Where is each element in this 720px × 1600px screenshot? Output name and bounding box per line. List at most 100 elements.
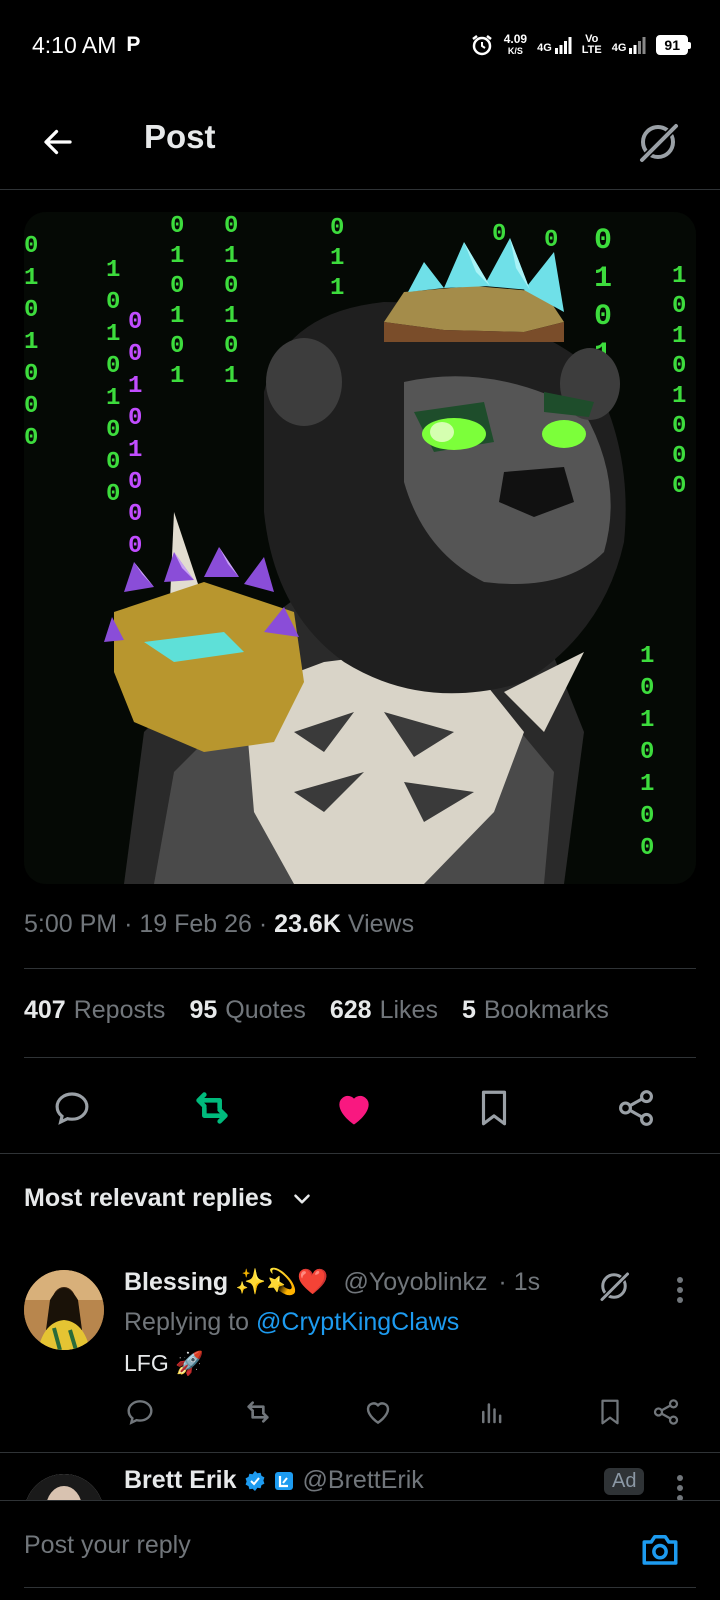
svg-text:0: 0 <box>672 413 686 440</box>
analytics-icon <box>482 1403 502 1424</box>
heart-filled-icon <box>339 1095 369 1125</box>
reply-text: LFG 🚀 <box>124 1350 204 1376</box>
signal-2: 4G <box>612 36 647 54</box>
signal-bars-icon <box>554 37 572 54</box>
reply-button[interactable] <box>44 1080 100 1136</box>
composer-underline <box>24 1587 696 1588</box>
volte-indicator: Vo LTE <box>582 34 602 56</box>
avatar[interactable] <box>24 1270 104 1350</box>
svg-text:0: 0 <box>24 361 38 388</box>
svg-text:0: 0 <box>170 333 184 360</box>
more-vertical-icon <box>677 1475 683 1500</box>
ad-reply-item[interactable]: Brett Erik @BrettErik Ad <box>0 1462 720 1500</box>
svg-text:1: 1 <box>640 643 654 670</box>
grok-button[interactable] <box>632 116 684 168</box>
reply-bookmark-button[interactable] <box>588 1390 632 1434</box>
svg-text:1: 1 <box>106 385 120 412</box>
svg-text:0: 0 <box>106 417 120 444</box>
replying-to-label: Replying to <box>124 1308 250 1336</box>
panther-king-illustration: 0101000 10101000 010101 010101 011 00 01… <box>24 212 696 884</box>
svg-text:0: 0 <box>544 227 558 254</box>
reply-grok-button[interactable] <box>592 1264 636 1308</box>
svg-text:0: 0 <box>170 273 184 300</box>
divider <box>0 1153 720 1154</box>
svg-text:1: 1 <box>128 437 142 464</box>
ad-badge: Ad <box>604 1468 645 1495</box>
likes-stat[interactable]: 628 Likes <box>330 996 438 1025</box>
replies-sort-dropdown[interactable]: Most relevant replies <box>24 1184 315 1213</box>
repost-button[interactable] <box>184 1080 240 1136</box>
replying-to: Replying to @CryptKingClaws <box>124 1308 459 1337</box>
reply-repost-button[interactable] <box>236 1390 280 1434</box>
bookmark-button[interactable] <box>466 1080 522 1136</box>
svg-text:0: 0 <box>640 835 654 862</box>
repost-icon <box>247 1401 269 1423</box>
svg-text:1: 1 <box>106 257 120 284</box>
reply-input[interactable] <box>24 1531 584 1560</box>
post-image[interactable]: 0101000 10101000 010101 010101 011 00 01… <box>24 212 696 884</box>
post-time: 5:00 PM <box>24 910 118 938</box>
svg-text:1: 1 <box>594 262 612 296</box>
quotes-stat[interactable]: 95 Quotes <box>189 996 305 1025</box>
avatar[interactable] <box>24 1474 104 1500</box>
divider <box>24 1057 696 1058</box>
views-label: Views <box>347 910 415 938</box>
more-vertical-icon <box>677 1277 683 1303</box>
replying-to-mention[interactable]: @CryptKingClaws <box>256 1308 459 1336</box>
meta-separator: · <box>124 910 140 938</box>
share-icon <box>619 1090 653 1126</box>
reply-author-handle[interactable]: @BrettErik <box>303 1466 424 1495</box>
svg-text:1: 1 <box>24 329 38 356</box>
reply-author-name[interactable]: Blessing ✨💫❤️ <box>124 1268 329 1296</box>
svg-text:0: 0 <box>24 233 38 260</box>
net-type-2: 4G <box>611 42 627 54</box>
like-button[interactable] <box>326 1080 382 1136</box>
bookmarks-stat[interactable]: 5 Bookmarks <box>462 996 609 1025</box>
reposts-stat[interactable]: 407 Reposts <box>24 996 165 1025</box>
share-button[interactable] <box>608 1080 664 1136</box>
views-count: 23.6K <box>274 910 341 938</box>
svg-text:1: 1 <box>170 363 184 390</box>
svg-text:0: 0 <box>106 449 120 476</box>
reply-like-button[interactable] <box>356 1390 400 1434</box>
svg-text:1: 1 <box>672 323 686 350</box>
svg-text:0: 0 <box>672 443 686 470</box>
svg-text:1: 1 <box>24 265 38 292</box>
svg-text:0: 0 <box>594 224 612 258</box>
post-date: 19 Feb 26 <box>139 910 252 938</box>
reply-item[interactable]: Blessing ✨💫❤️ @Yoyoblinkz · 1s Replying … <box>0 1262 720 1452</box>
reply-author-handle[interactable]: @Yoyoblinkz <box>343 1268 487 1296</box>
svg-text:0: 0 <box>224 273 238 300</box>
alarm-icon <box>471 35 492 56</box>
avatar-image <box>24 1474 104 1500</box>
svg-text:1: 1 <box>640 771 654 798</box>
bookmarks-count: 5 <box>461 996 476 1024</box>
bookmarks-label: Bookmarks <box>483 996 609 1024</box>
svg-text:1: 1 <box>106 321 120 348</box>
comment-icon <box>127 1400 153 1425</box>
reply-more-button[interactable] <box>664 1466 696 1500</box>
svg-text:1: 1 <box>170 303 184 330</box>
reply-views-button[interactable] <box>470 1390 514 1434</box>
back-button[interactable] <box>36 120 80 164</box>
svg-text:0: 0 <box>106 353 120 380</box>
reply-header: Blessing ✨💫❤️ @Yoyoblinkz · 1s <box>124 1268 540 1297</box>
post-stats: 407 Reposts 95 Quotes 628 Likes 5 Bookmarks <box>24 996 609 1025</box>
speed-unit: K/S <box>507 46 523 56</box>
speed-value: 4.09 <box>503 32 528 46</box>
bookmark-icon <box>601 1399 619 1425</box>
camera-button[interactable] <box>636 1525 684 1573</box>
reply-more-button[interactable] <box>664 1268 696 1312</box>
svg-text:1: 1 <box>224 363 238 390</box>
net-type-1: 4G <box>537 42 552 54</box>
reply-comment-button[interactable] <box>118 1390 162 1434</box>
network-speed: 4.09 K/S <box>504 33 527 57</box>
svg-text:0: 0 <box>640 803 654 830</box>
svg-text:0: 0 <box>330 215 344 242</box>
reply-header: Brett Erik @BrettErik <box>124 1466 424 1495</box>
svg-text:0: 0 <box>24 393 38 420</box>
reply-share-button[interactable] <box>644 1390 688 1434</box>
svg-text:0: 0 <box>594 300 612 334</box>
svg-text:1: 1 <box>170 243 184 270</box>
reply-author-name[interactable]: Brett Erik <box>124 1466 237 1495</box>
